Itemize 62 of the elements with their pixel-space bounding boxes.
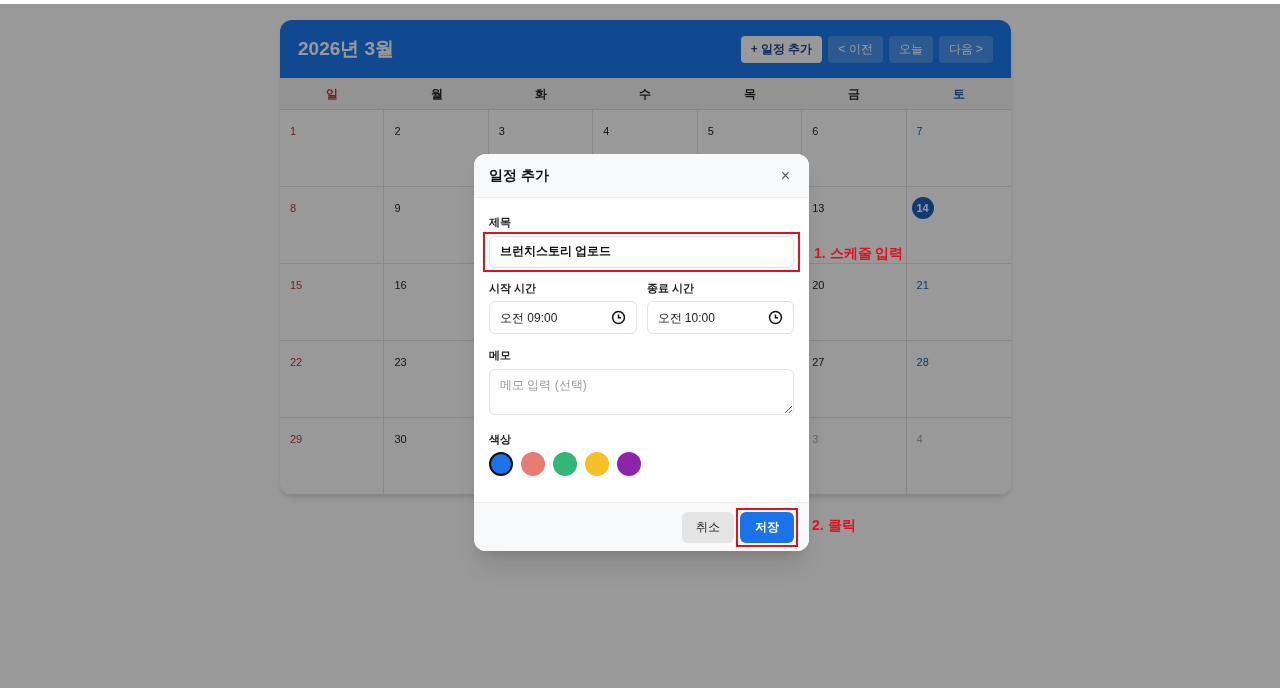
day-cell[interactable]: 14 [906, 187, 1011, 263]
day-cell[interactable]: 21 [906, 264, 1011, 340]
field-label: 시작 시간 [489, 280, 537, 296]
day-number: 8 [290, 202, 297, 214]
month-title: 2026년 3월 [298, 36, 395, 61]
day-cell[interactable]: 29 [280, 418, 385, 494]
today-day-number: 14 [911, 197, 934, 220]
annotation-label: 2. 클릭 [812, 515, 856, 535]
weekday-label: 목 [743, 85, 756, 103]
title-input[interactable]: 브런치스토리 업로드 [489, 235, 794, 268]
color-swatch[interactable] [585, 452, 609, 476]
day-number: 22 [290, 356, 303, 368]
weekday-label: 금 [848, 85, 861, 103]
day-number: 23 [394, 356, 407, 368]
memo-textarea[interactable]: 메모 입력 (선택) [489, 368, 794, 415]
close-button[interactable]: × [776, 163, 794, 188]
day-cell[interactable]: 28 [906, 341, 1011, 417]
day-cell[interactable]: 15 [280, 264, 385, 340]
weekday-label: 수 [639, 85, 652, 103]
field-label: 제목 [489, 215, 511, 230]
highlight-frame [736, 507, 798, 547]
day-number: 5 [707, 125, 714, 137]
clock-icon[interactable] [610, 310, 626, 325]
weekday-label: 토 [952, 85, 965, 103]
day-number: 9 [394, 202, 401, 214]
day-number: 27 [812, 356, 825, 368]
day-number: 13 [812, 202, 825, 214]
cancel-button[interactable]: 취소 [682, 511, 734, 543]
time-input[interactable]: 오전 10:00 [646, 301, 794, 334]
day-number: 4 [603, 125, 610, 137]
day-cell[interactable]: 22 [280, 341, 385, 417]
annotation-label: 1. 스케줄 입력 [814, 243, 904, 263]
field-label: 색상 [489, 431, 511, 447]
day-number: 20 [812, 279, 825, 291]
day-cell[interactable]: 8 [280, 187, 385, 263]
day-number: 29 [290, 433, 303, 445]
color-swatch[interactable] [617, 452, 641, 476]
day-number: 21 [916, 279, 929, 291]
modal-title: 일정 추가 [489, 166, 549, 185]
weekday-label: 화 [535, 85, 548, 103]
day-number: 7 [916, 125, 923, 137]
header-button[interactable]: + 일정 추가 [740, 35, 823, 63]
day-number: 15 [290, 279, 303, 291]
clock-icon[interactable] [768, 310, 783, 325]
color-swatch[interactable] [489, 452, 513, 476]
color-swatch[interactable] [553, 452, 577, 476]
day-cell[interactable]: 1 [280, 110, 385, 186]
color-swatch[interactable] [521, 452, 545, 476]
weekday-label: 일 [326, 85, 339, 103]
day-number: 16 [394, 279, 407, 291]
day-number: 6 [812, 125, 819, 137]
day-number: 28 [916, 356, 929, 368]
field-label: 종료 시간 [646, 280, 694, 296]
day-number: 30 [394, 433, 407, 445]
day-number: 2 [394, 125, 401, 137]
field-label: 메모 [489, 348, 511, 363]
weekday-label: 월 [430, 85, 443, 103]
day-cell[interactable]: 7 [906, 110, 1011, 186]
day-number: 1 [290, 125, 297, 137]
day-number: 3 [498, 125, 505, 137]
time-input[interactable]: 오전 09:00 [489, 301, 637, 334]
save-button[interactable]: 저장 [740, 511, 794, 543]
